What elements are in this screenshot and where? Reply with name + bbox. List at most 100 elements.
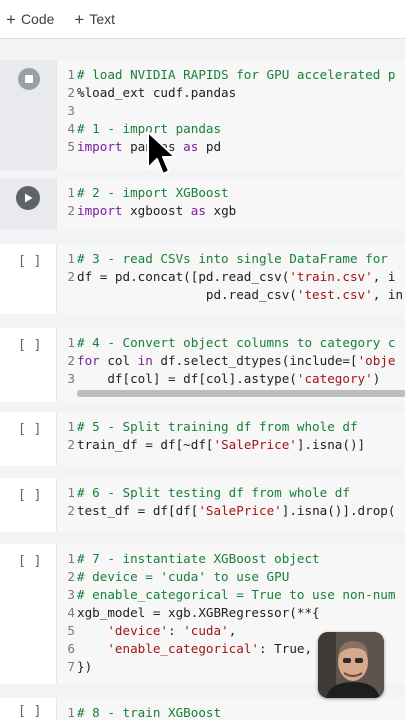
code-token: df[col] = df[col].astype( bbox=[77, 371, 297, 386]
code-editor[interactable]: 1 # 4 - Convert object columns to categor… bbox=[56, 328, 405, 402]
code-text: # 6 - Split testing df from whole df bbox=[77, 484, 350, 502]
horizontal-scrollbar[interactable] bbox=[77, 390, 405, 397]
add-text-button[interactable]: + Text bbox=[74, 11, 115, 28]
code-token: # device = 'cuda' to use GPU bbox=[77, 569, 290, 584]
code-text: # 8 - train XGBoost bbox=[77, 704, 221, 720]
code-text: test_df = df[df['SalePrice'].isna()].dro… bbox=[77, 502, 395, 520]
code-text: xgb_model = xgb.XGBRegressor(**{ bbox=[77, 604, 320, 622]
code-text: # 3 - read CSVs into single DataFrame fo… bbox=[77, 250, 388, 268]
code-line: 5import pandas as pd bbox=[61, 138, 395, 156]
code-token: in bbox=[137, 353, 153, 368]
code-token: }) bbox=[77, 659, 93, 674]
code-line: 4 # 1 - import pandas bbox=[61, 120, 395, 138]
line-number: 6 bbox=[67, 641, 75, 656]
line-number: 1 bbox=[67, 67, 75, 82]
code-cell[interactable]: [ ] 1 # 3 - read CSVs into single DataFra… bbox=[0, 244, 405, 314]
code-lines: 1 # 4 - Convert object columns to categor… bbox=[61, 334, 395, 388]
code-editor[interactable]: 1 # 2 - import XGBoost 2 import xgboost as … bbox=[56, 178, 405, 230]
code-cell[interactable]: [ ] 1 # 5 - Split training df from whole … bbox=[0, 412, 405, 466]
line-number: 2 bbox=[67, 503, 75, 518]
add-text-label: Text bbox=[89, 11, 116, 27]
cell-gutter: [ ] bbox=[0, 478, 56, 532]
run-cell-button[interactable] bbox=[16, 186, 40, 210]
code-token: pd.read_csv( bbox=[77, 287, 297, 302]
code-token: train_df = df[~df[ bbox=[77, 437, 214, 452]
line-number: 7 bbox=[67, 659, 75, 674]
code-editor[interactable]: 1 # load NVIDIA RAPIDS for GPU accelerate… bbox=[56, 60, 405, 170]
code-token: 'obje bbox=[357, 353, 396, 368]
code-token: xgb_model = xgb.XGBRegressor(**{ bbox=[77, 605, 320, 620]
line-number: 4 bbox=[67, 121, 75, 136]
code-editor[interactable]: 1 # 3 - read CSVs into single DataFrame f… bbox=[56, 244, 405, 314]
code-token: col bbox=[99, 353, 138, 368]
code-token: : True, bbox=[259, 641, 313, 656]
code-line: 1 # 2 - import XGBoost bbox=[61, 184, 236, 202]
code-token: import bbox=[77, 203, 123, 218]
code-lines: 1 # 2 - import XGBoost 2 import xgboost as … bbox=[61, 184, 236, 220]
code-token: as bbox=[190, 203, 206, 218]
code-token: , in bbox=[372, 287, 404, 302]
code-token: 'SalePrice' bbox=[198, 503, 282, 518]
code-lines: 1 # load NVIDIA RAPIDS for GPU accelerate… bbox=[61, 66, 395, 156]
code-text: # 4 - Convert object columns to category… bbox=[77, 334, 395, 352]
cell-gutter bbox=[0, 178, 56, 230]
code-text: pd.read_csv('test.csv', in bbox=[77, 286, 403, 304]
cell-gutter: [ ] bbox=[0, 698, 56, 720]
add-code-button[interactable]: + Code bbox=[6, 11, 54, 28]
execution-count[interactable]: [ ] bbox=[18, 254, 41, 269]
code-text: train_df = df[~df['SalePrice'].isna()] bbox=[77, 436, 365, 454]
code-line: 1 # 7 - instantiate XGBoost object bbox=[61, 550, 395, 568]
code-token: 'enable_categorical' bbox=[107, 641, 259, 656]
code-lines: 1 # 8 - train XGBoost bbox=[61, 704, 221, 720]
code-text: # enable_categorical = True to use non-n… bbox=[77, 586, 395, 604]
code-line: 2 # device = 'cuda' to use GPU bbox=[61, 568, 395, 586]
code-cell[interactable]: [ ] 1 # 4 - Convert object columns to cat… bbox=[0, 328, 405, 402]
code-line: pd.read_csv('test.csv', in bbox=[61, 286, 403, 304]
code-text: }) bbox=[77, 658, 92, 676]
code-text: # 7 - instantiate XGBoost object bbox=[77, 550, 320, 568]
code-token: : bbox=[168, 623, 184, 638]
code-text: # load NVIDIA RAPIDS for GPU accelerated… bbox=[77, 66, 395, 84]
code-token: 'SalePrice' bbox=[213, 437, 297, 452]
code-cell[interactable]: [ ] 1 # 8 - train XGBoost bbox=[0, 698, 405, 720]
line-number: 2 bbox=[67, 437, 75, 452]
code-token: as bbox=[183, 139, 199, 154]
code-token: import bbox=[77, 139, 123, 154]
execution-count[interactable]: [ ] bbox=[18, 338, 41, 353]
cell-gutter: [ ] bbox=[0, 244, 56, 314]
code-cell[interactable]: 1 # load NVIDIA RAPIDS for GPU accelerate… bbox=[0, 60, 405, 170]
code-token: ) bbox=[372, 371, 381, 386]
stop-execution-button[interactable] bbox=[16, 66, 42, 92]
line-number: 1 bbox=[67, 705, 75, 720]
code-token: xgboost bbox=[122, 203, 191, 218]
code-text: # 5 - Split training df from whole df bbox=[77, 418, 358, 436]
execution-count[interactable]: [ ] bbox=[18, 422, 41, 437]
code-token: %load_ext cudf.pandas bbox=[77, 85, 237, 100]
code-cell[interactable]: 1 # 2 - import XGBoost 2 import xgboost as … bbox=[0, 178, 405, 230]
code-token: df = pd.concat([pd.read_csv( bbox=[77, 269, 290, 284]
execution-count[interactable]: [ ] bbox=[18, 704, 41, 719]
code-token: ].isna()].drop( bbox=[281, 503, 396, 518]
execution-count[interactable]: [ ] bbox=[18, 554, 41, 569]
line-number: 2 bbox=[67, 569, 75, 584]
code-line: 2 for col in df.select_dtypes(include=['o… bbox=[61, 352, 395, 370]
code-line: 4 xgb_model = xgb.XGBRegressor(**{ bbox=[61, 604, 395, 622]
code-editor[interactable]: 1 # 5 - Split training df from whole df 2 t… bbox=[56, 412, 405, 466]
code-token: for bbox=[77, 353, 100, 368]
notebook-toolbar: + Code + Text bbox=[0, 0, 405, 39]
code-token: pd bbox=[198, 139, 222, 154]
code-editor[interactable]: 1 # 6 - Split testing df from whole df 2 te… bbox=[56, 478, 405, 532]
code-text: %load_ext cudf.pandas bbox=[77, 84, 236, 102]
presenter-avatar-icon bbox=[318, 632, 384, 698]
code-token: 'device' bbox=[107, 623, 169, 638]
line-number: 5 bbox=[67, 623, 75, 638]
code-lines: 1 # 3 - read CSVs into single DataFrame f… bbox=[61, 250, 403, 304]
code-line: 1 # load NVIDIA RAPIDS for GPU accelerate… bbox=[61, 66, 395, 84]
execution-count[interactable]: [ ] bbox=[18, 488, 41, 503]
code-text: df[col] = df[col].astype('category') bbox=[77, 370, 380, 388]
plus-icon: + bbox=[74, 9, 85, 29]
code-cell[interactable]: [ ] 1 # 6 - Split testing df from whole d… bbox=[0, 478, 405, 532]
code-line: 1 # 3 - read CSVs into single DataFrame f… bbox=[61, 250, 403, 268]
code-token: # 2 - import XGBoost bbox=[77, 185, 229, 200]
code-editor[interactable]: 1 # 8 - train XGBoost bbox=[56, 698, 405, 720]
